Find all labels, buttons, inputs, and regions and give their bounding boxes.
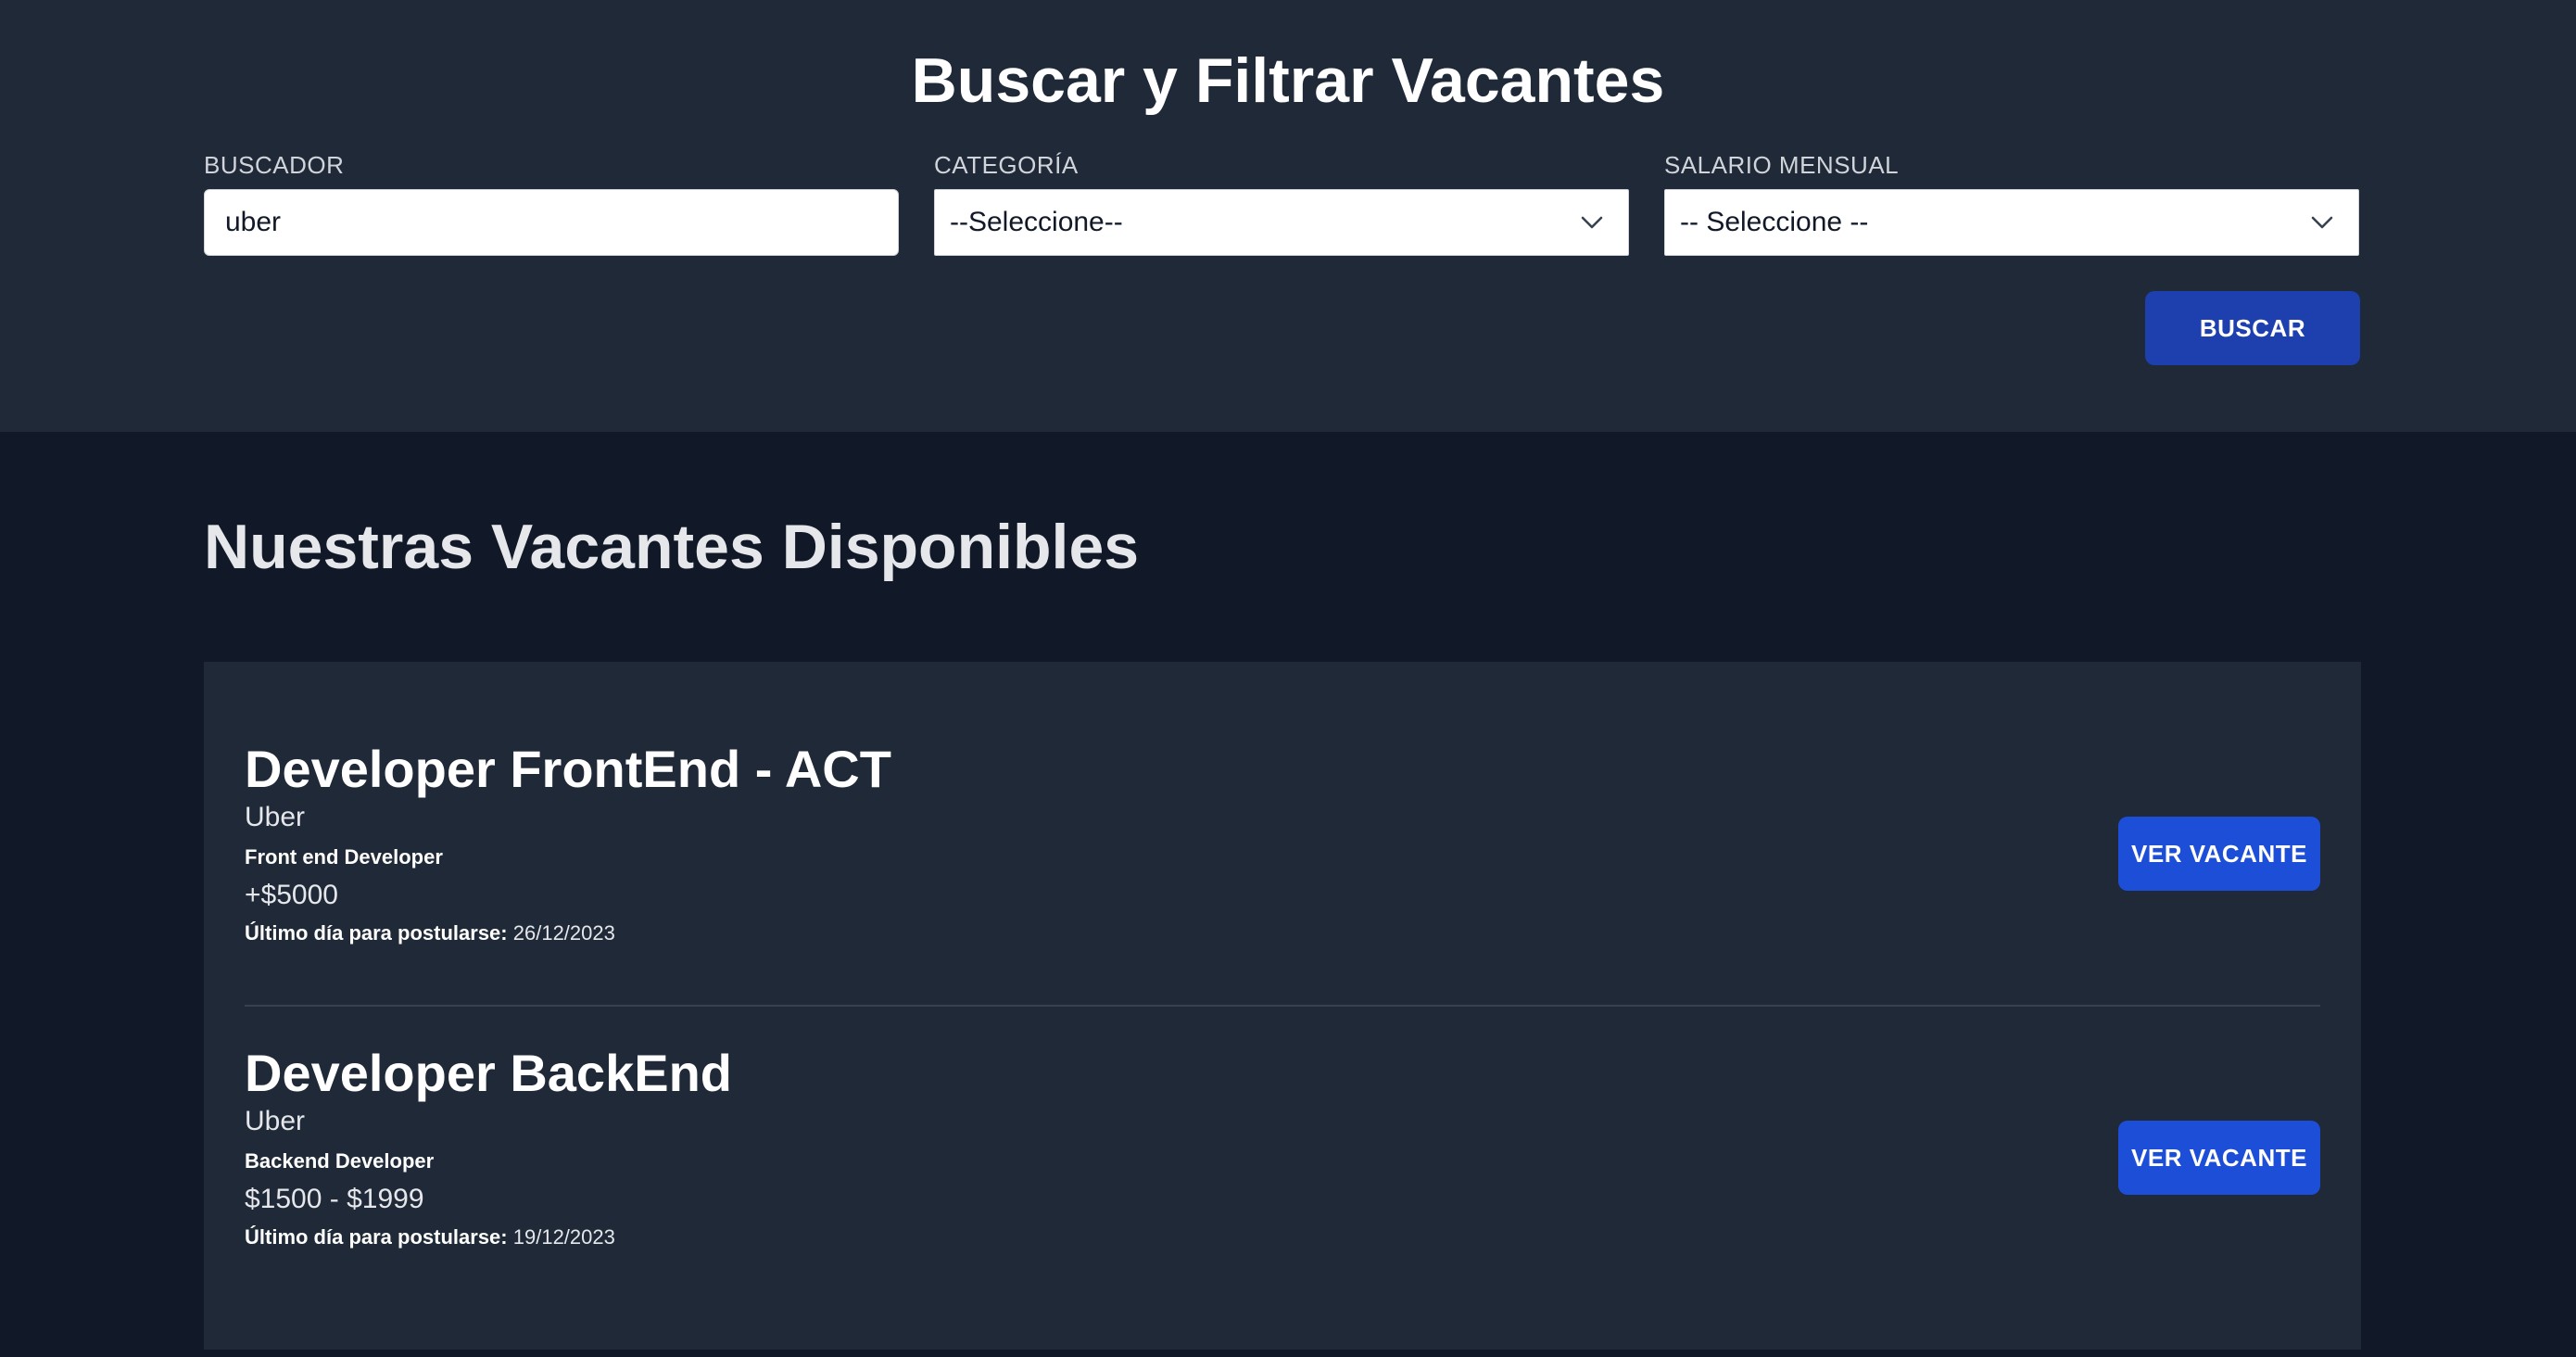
ver-vacante-button[interactable]: VER VACANTE (2118, 817, 2320, 891)
search-title: Buscar y Filtrar Vacantes (911, 45, 1665, 116)
job-salary: $1500 - $1999 (245, 1184, 424, 1214)
job-category: Front end Developer (245, 845, 443, 869)
chevron-down-icon (1581, 216, 1603, 229)
deadline-label: Último día para postularse: (245, 1225, 508, 1249)
deadline-label: Último día para postularse: (245, 921, 508, 945)
buscador-label: BUSCADOR (204, 151, 345, 179)
categoria-label: CATEGORÍA (934, 151, 1079, 179)
job-deadline: Último día para postularse: 19/12/2023 (245, 1224, 615, 1251)
job-deadline: Último día para postularse: 26/12/2023 (245, 919, 615, 947)
salario-select[interactable]: -- Seleccione -- (1664, 189, 2359, 256)
search-section: Buscar y Filtrar Vacantes BUSCADOR uber … (0, 0, 2576, 432)
buscador-input-value: uber (225, 207, 282, 237)
job-title: Developer FrontEnd - ACT (245, 740, 891, 798)
buscar-button[interactable]: BUSCAR (2145, 291, 2360, 365)
listing-title: Nuestras Vacantes Disponibles (204, 512, 1140, 582)
buscador-input[interactable]: uber (204, 189, 899, 256)
chevron-down-icon (2311, 216, 2333, 229)
ver-vacante-button[interactable]: VER VACANTE (2118, 1121, 2320, 1195)
salario-label: SALARIO MENSUAL (1664, 151, 1900, 179)
salario-select-value: -- Seleccione -- (1680, 207, 1869, 237)
job-list: Developer FrontEnd - ACT Uber Front end … (204, 662, 2361, 1350)
divider (245, 1005, 2320, 1007)
job-company: Uber (245, 802, 306, 832)
job-item: Developer BackEnd Uber Backend Developer… (245, 1040, 2320, 1249)
job-salary: +$5000 (245, 880, 338, 910)
deadline-date: 19/12/2023 (512, 1225, 615, 1249)
job-company: Uber (245, 1106, 306, 1136)
categoria-select-value: --Seleccione-- (950, 207, 1123, 237)
categoria-select[interactable]: --Seleccione-- (934, 189, 1629, 256)
job-title: Developer BackEnd (245, 1044, 732, 1102)
job-category: Backend Developer (245, 1149, 435, 1173)
deadline-date: 26/12/2023 (512, 921, 615, 945)
job-item: Developer FrontEnd - ACT Uber Front end … (245, 736, 2320, 945)
